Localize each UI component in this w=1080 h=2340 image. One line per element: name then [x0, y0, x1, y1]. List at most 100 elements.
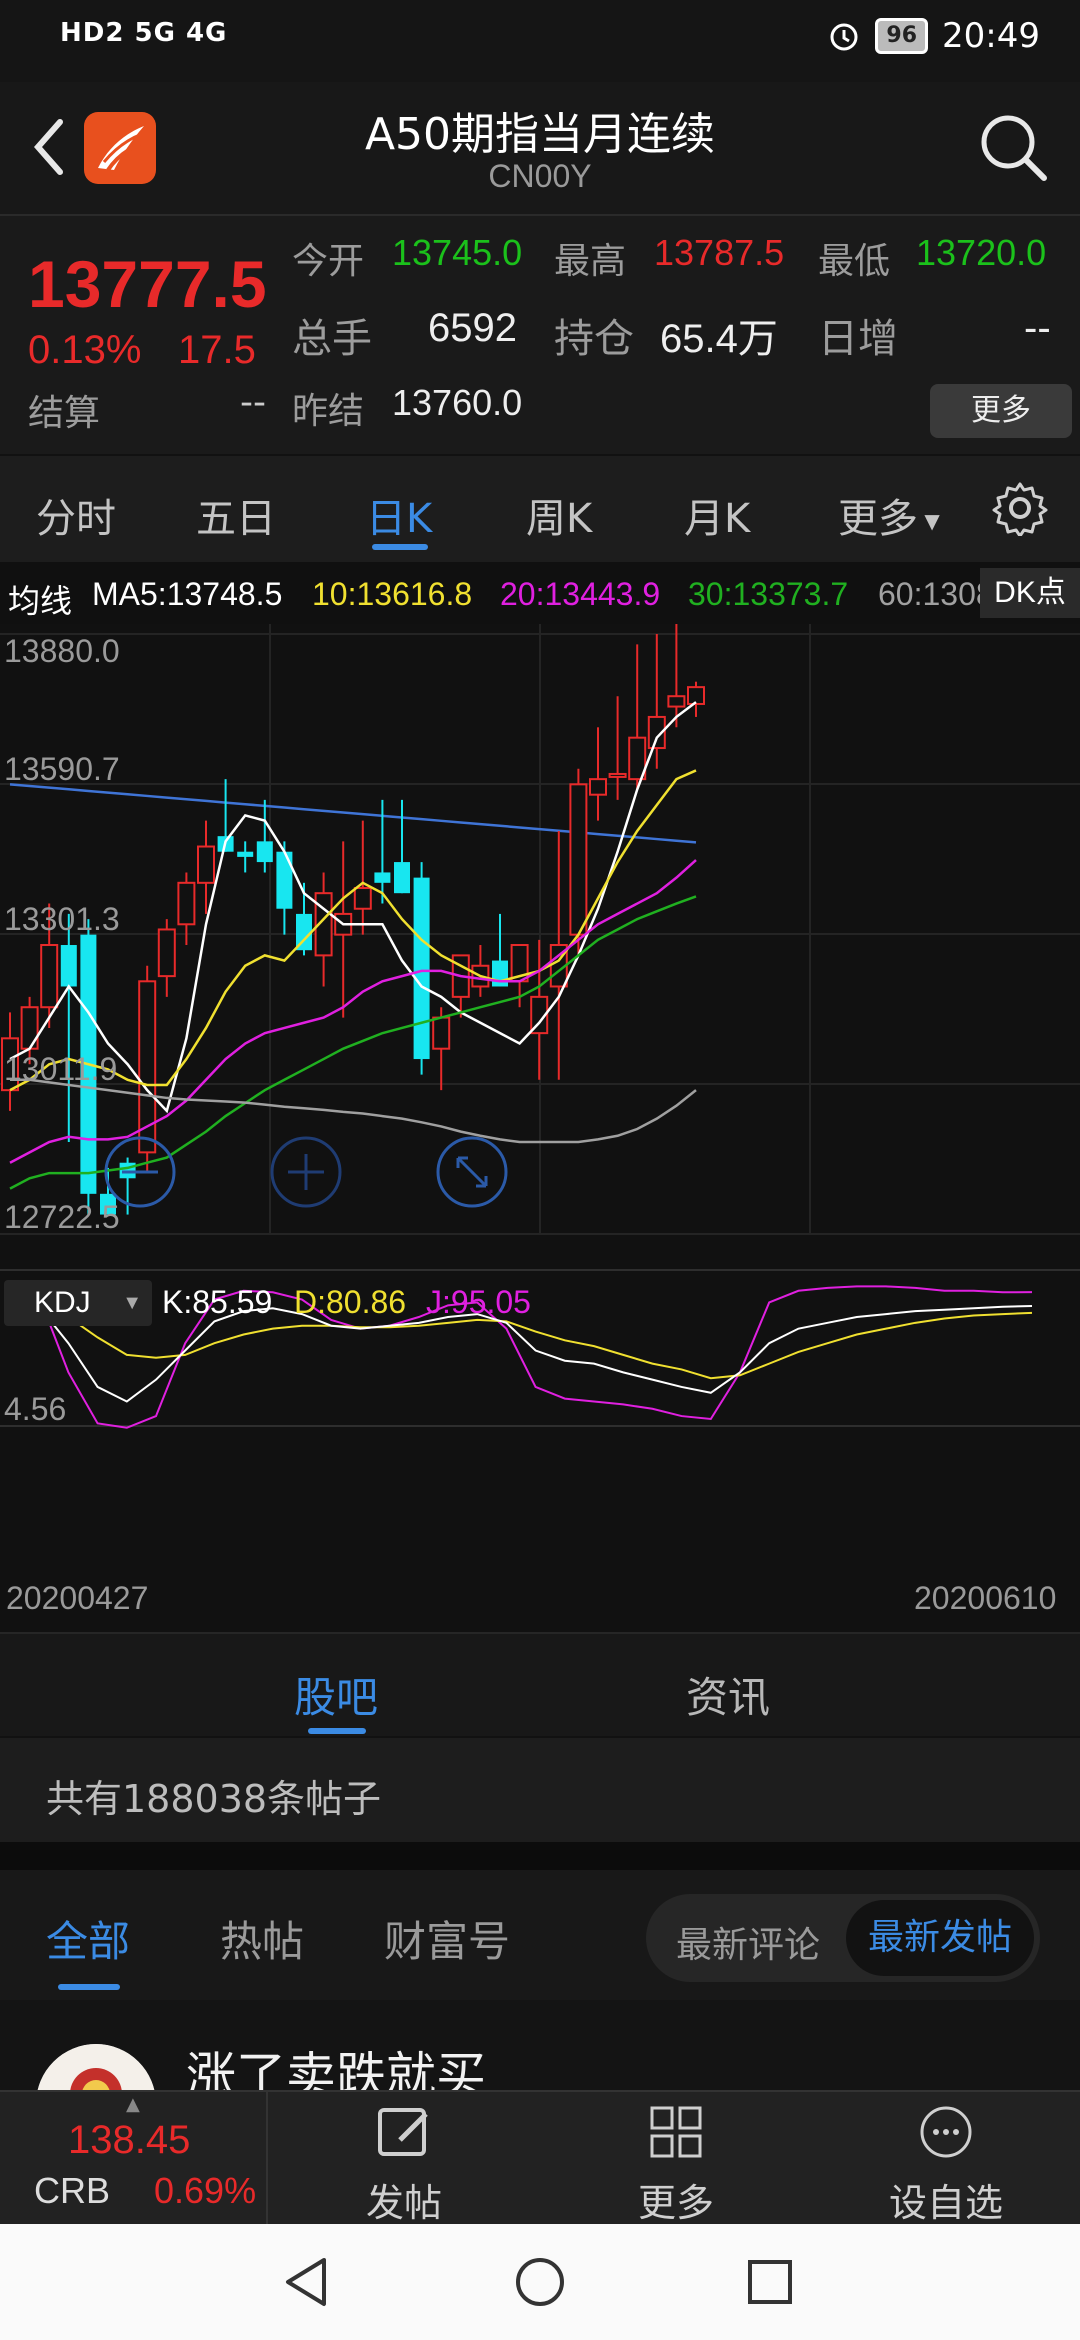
high-value: 13787.5: [654, 232, 785, 273]
change-percent: 0.13%: [28, 328, 142, 372]
sort-toggle: 最新评论 最新发帖: [646, 1894, 1040, 1982]
candle-body: [40, 944, 59, 1009]
nav-recents-icon[interactable]: [744, 2256, 796, 2308]
edit-icon: [378, 2108, 428, 2156]
candle-body: [157, 928, 176, 978]
post-button[interactable]: 发帖: [304, 2092, 504, 2226]
crb-name: CRB: [34, 2170, 111, 2211]
ma10-value: 10:13616.8: [312, 576, 473, 612]
ma20-value: 20:13443.9: [500, 576, 661, 612]
app-header: A50期指当月连续 CN00Y: [0, 82, 1080, 214]
status-bar: HD2 5G 4G 96 20:49: [0, 0, 1080, 82]
settle-label: 结算: [28, 393, 101, 434]
y-tick-label: 12722.5: [4, 1199, 120, 1235]
prev-settle-label: 昨结: [292, 391, 365, 432]
tab-more[interactable]: 更多 ▼: [838, 486, 940, 544]
post-filter-bar: 全部 热帖 财富号 最新评论 最新发帖: [0, 1870, 1080, 2000]
instrument-code: CN00Y: [488, 158, 592, 194]
kline-chart[interactable]: 13880.013590.713301.313011.912722.5 96.5…: [0, 624, 1080, 1632]
filter-wealth[interactable]: 财富号: [384, 1908, 510, 1969]
tab-intraday[interactable]: 分时: [36, 486, 116, 544]
kdj-k-value: K:85.59: [162, 1284, 273, 1320]
y-tick-label: 13880.0: [4, 633, 120, 669]
post-title[interactable]: 涨了卖跌就买: [186, 2036, 486, 2090]
add-watchlist-button[interactable]: 设自选: [846, 2092, 1046, 2226]
crb-index-ticker[interactable]: ▲ 138.45 CRB 0.69%: [0, 2092, 268, 2226]
network-indicators: HD2 5G 4G: [60, 18, 228, 48]
add-watchlist-label: 设自选: [888, 2181, 1003, 2225]
open-label: 今开: [292, 241, 365, 282]
low-value: 13720.0: [916, 232, 1047, 273]
crb-change-percent: 0.69%: [154, 2170, 257, 2211]
avatar[interactable]: [36, 2044, 156, 2090]
tab-news[interactable]: 资讯: [686, 1664, 770, 1725]
x-axis-end-date: 20200610: [914, 1580, 1057, 1616]
nav-home-icon[interactable]: [512, 2254, 568, 2310]
dk-point-button[interactable]: DK点: [980, 568, 1080, 618]
ma5-value: MA5:13748.5: [92, 576, 283, 612]
candle-body: [237, 851, 254, 857]
filter-all[interactable]: 全部: [46, 1908, 130, 1969]
tab-forum[interactable]: 股吧: [294, 1664, 378, 1725]
tab-daily-k[interactable]: 日K: [366, 486, 432, 544]
nav-back-icon[interactable]: [280, 2254, 332, 2310]
tab-monthly-k[interactable]: 月K: [684, 486, 750, 544]
prev-settle-value: 13760.0: [392, 382, 523, 423]
y-tick-label: 13301.3: [4, 901, 120, 937]
tab-five-day[interactable]: 五日: [196, 486, 276, 544]
candle-body: [177, 881, 196, 926]
candle-body: [374, 872, 391, 883]
period-tabs: 分时 五日 日K 周K 月K 更多 ▼: [0, 456, 1080, 562]
kdj-j-value: J:95.05: [426, 1284, 531, 1320]
position-label: 持仓: [554, 316, 634, 362]
sort-latest-post[interactable]: 最新发帖: [846, 1900, 1034, 1976]
battery-indicator: 96: [875, 18, 929, 54]
change-value: 17.5: [178, 328, 256, 372]
more-quote-button[interactable]: 更多: [930, 384, 1072, 438]
daily-increase-label: 日增: [818, 316, 898, 362]
volume-value: 6592: [428, 306, 517, 350]
section-divider: [0, 1842, 1080, 1870]
kdj-legend: KDJ ▼ K:85.59 D:80.86 J:95.05: [0, 1274, 1080, 1332]
bottom-toolbar: ▲ 138.45 CRB 0.69% 发帖 更多 设自选: [0, 2090, 1080, 2226]
candle-body: [667, 695, 686, 708]
caret-down-icon: ▼: [122, 1292, 142, 1314]
chevron-down-icon: ▼: [918, 509, 940, 533]
candle-body: [60, 945, 77, 987]
candle-body: [197, 845, 215, 884]
candle-body: [413, 877, 430, 1060]
active-tab-indicator: [372, 544, 428, 550]
chart-zoom-controls: [104, 1136, 508, 1208]
grid-icon: [650, 2106, 702, 2158]
daily-increase-value: --: [1024, 306, 1051, 350]
tab-more-label: 更多: [838, 496, 918, 542]
avatar-image: [37, 2044, 155, 2090]
filter-hot[interactable]: 热帖: [220, 1908, 304, 1969]
post-button-label: 发帖: [365, 2181, 442, 2225]
y-tick-label: 13590.7: [4, 751, 120, 787]
search-icon[interactable]: [976, 110, 1050, 184]
kdj-d-value: D:80.86: [294, 1284, 407, 1320]
candle-body: [492, 960, 508, 987]
ma60-line: [10, 1078, 697, 1144]
candle-body: [20, 1006, 39, 1050]
ma-label: 均线: [8, 583, 73, 619]
post-count-text: 共有188038条帖子: [46, 1777, 382, 1821]
last-price: 13777.5: [28, 247, 267, 321]
candle-body: [589, 778, 607, 796]
crb-value: 138.45: [68, 2118, 191, 2162]
indicator-selector[interactable]: KDJ ▼: [4, 1280, 152, 1326]
more-button[interactable]: 更多: [576, 2092, 776, 2226]
fullscreen-arrows: [456, 1156, 488, 1188]
ma30-value: 30:13373.7: [688, 576, 849, 612]
gear-icon[interactable]: [992, 480, 1048, 536]
ma-series-line: [9, 895, 697, 1190]
chevron-up-icon: ▲: [126, 2094, 140, 2115]
tab-weekly-k[interactable]: 周K: [526, 486, 592, 544]
sort-latest-comment[interactable]: 最新评论: [676, 1916, 820, 1968]
volume-label: 总手: [292, 316, 372, 362]
indicator-selector-label: KDJ: [34, 1286, 91, 1319]
zoom-in-plus: [288, 1154, 324, 1190]
candle-body: [256, 841, 273, 863]
post-list-item[interactable]: 涨了卖跌就买: [0, 2000, 1080, 2090]
